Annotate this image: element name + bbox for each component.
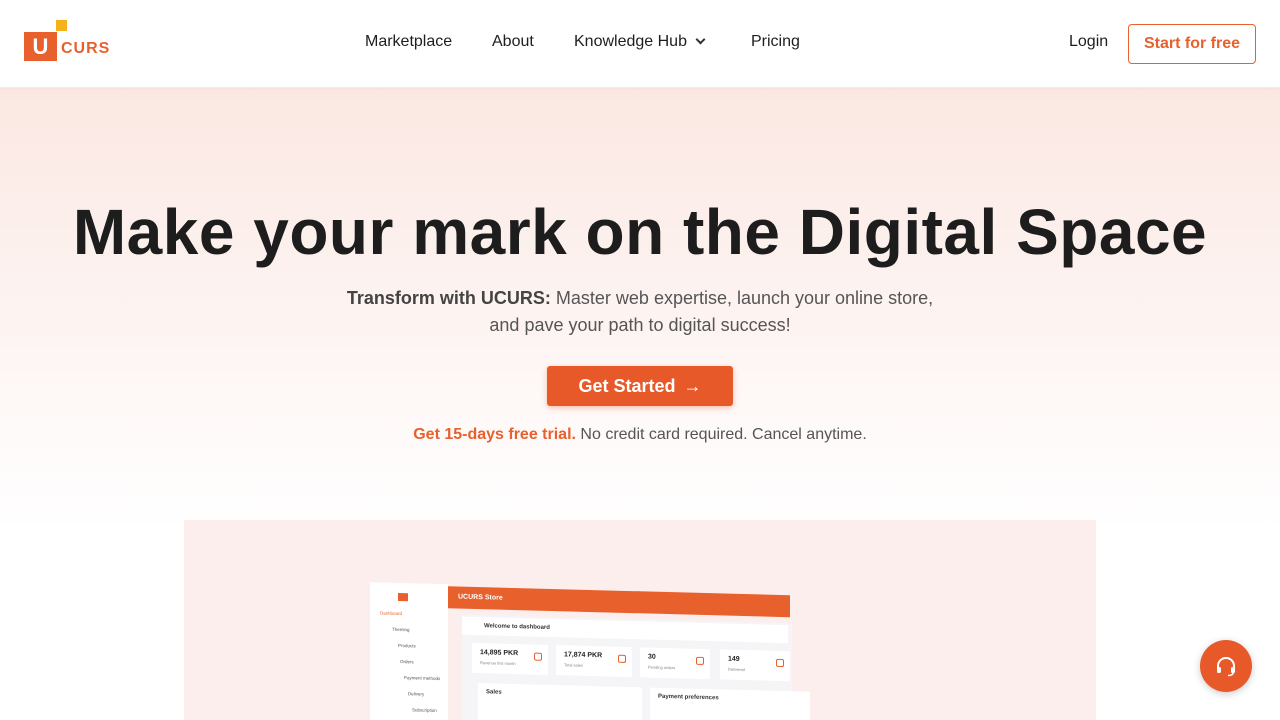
hero-subtitle-bold: Transform with UCURS: (346, 288, 551, 308)
chevron-down-icon (695, 34, 706, 45)
get-started-label: Get Started (578, 376, 676, 396)
stat-card: 17,874 PKR Total sales (556, 645, 632, 678)
hero-subtitle: Transform with UCURS: Master web experti… (340, 285, 940, 339)
hero-headline: Make your mark on the Digital Space (72, 196, 1208, 268)
start-for-free-button[interactable]: Start for free (1128, 24, 1256, 64)
stat-icon (534, 652, 542, 661)
nav-about[interactable]: About (492, 33, 534, 51)
trial-highlight[interactable]: Get 15-days free trial. (413, 426, 576, 443)
trial-note: Get 15-days free trial. No credit card r… (0, 426, 1280, 444)
logo-square (56, 20, 67, 31)
dashboard-sidebar: Dashboard Theming Products Orders Paymen… (370, 582, 448, 720)
stat-label: Pending orders (648, 664, 676, 671)
dashboard-logo (398, 592, 408, 602)
stat-value: 17,874 PKR (564, 651, 603, 660)
stat-label: Revenue this month (480, 660, 516, 667)
headset-icon (1217, 657, 1235, 677)
stat-icon (618, 654, 626, 663)
stat-icon (776, 658, 784, 668)
nav-knowledge-hub-label: Knowledge Hub (574, 33, 687, 50)
stat-label: Delivered (728, 666, 745, 673)
hero-subtitle-text: Master web expertise, launch your online… (489, 288, 934, 335)
nav-marketplace[interactable]: Marketplace (365, 33, 452, 51)
sidebar-item: Dashboard (380, 610, 403, 617)
ucurs-logo[interactable]: U CURS (24, 20, 120, 62)
login-link[interactable]: Login (1069, 33, 1108, 51)
nav-knowledge-hub[interactable]: Knowledge Hub (574, 33, 706, 51)
stat-value: 30 (648, 653, 656, 661)
stat-label: Total sales (564, 662, 583, 668)
site-header: U CURS Marketplace About Knowledge Hub P… (0, 0, 1280, 88)
sidebar-item: Payment methods (404, 675, 441, 682)
sidebar-item: Delivery (408, 691, 425, 697)
dashboard-topbar: UCURS Store (448, 586, 790, 618)
logo-text: CURS (61, 40, 111, 57)
get-started-button[interactable]: Get Started → (547, 366, 733, 406)
nav-pricing[interactable]: Pricing (751, 33, 800, 51)
sidebar-item: Orders (400, 659, 414, 665)
stat-card: 149 Delivered (720, 649, 790, 682)
trial-text: No credit card required. Cancel anytime. (575, 426, 867, 443)
logo-letter: U (24, 32, 57, 61)
support-chat-button[interactable] (1200, 640, 1252, 692)
stat-icon (696, 656, 704, 665)
stat-card: 14,895 PKR Revenue this month (472, 642, 548, 675)
arrow-right-icon: → (683, 376, 702, 396)
dashboard-preview: Dashboard Theming Products Orders Paymen… (370, 582, 810, 720)
sales-panel: Sales (478, 683, 642, 720)
stat-card: 30 Pending orders (640, 647, 710, 680)
stat-value: 14,895 PKR (480, 649, 519, 658)
payment-preferences-panel: Payment preferences (650, 687, 810, 720)
stat-value: 149 (728, 655, 740, 663)
sidebar-item: Subscription (412, 707, 437, 713)
sidebar-item: Theming (392, 626, 410, 633)
sidebar-item: Products (398, 642, 416, 649)
